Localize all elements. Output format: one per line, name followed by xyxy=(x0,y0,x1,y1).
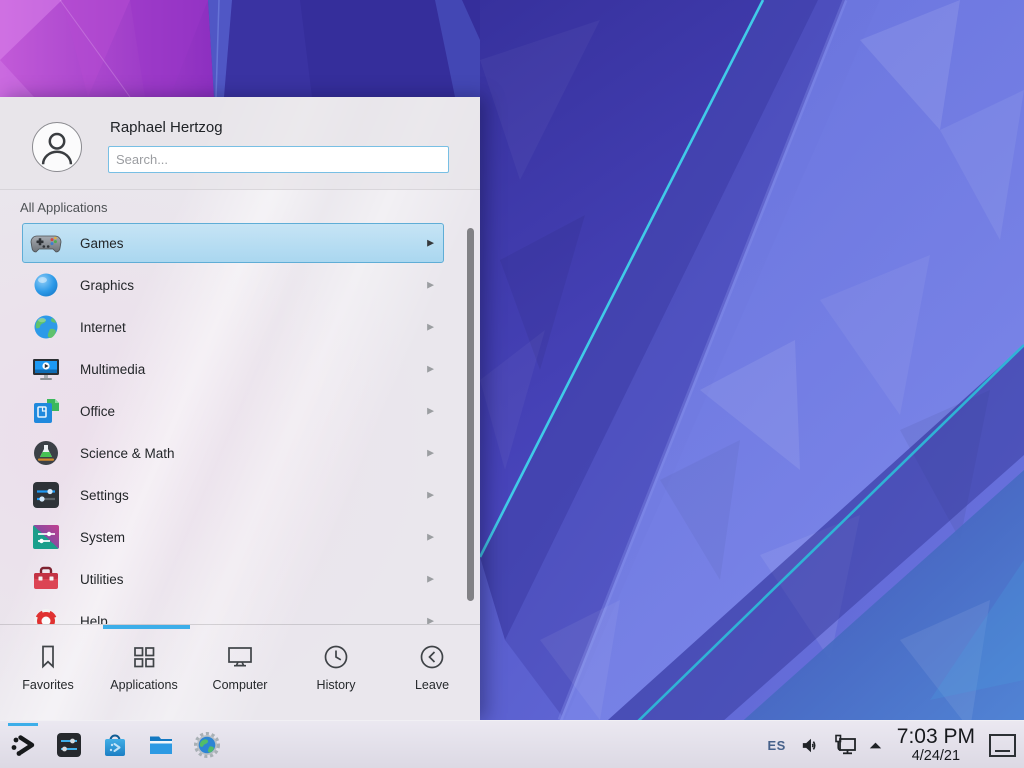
menu-item-graphics[interactable]: Graphics ▶ xyxy=(22,265,444,305)
launcher-active-indicator xyxy=(8,723,38,726)
wired-network-icon[interactable] xyxy=(833,732,859,758)
section-label: All Applications xyxy=(20,200,107,215)
menu-item-label: Games xyxy=(80,236,124,251)
launcher-header: Raphael Hertzog xyxy=(0,97,480,190)
digital-clock[interactable]: 7:03 PM 4/24/21 xyxy=(897,726,975,764)
menu-item-label: Internet xyxy=(80,320,126,335)
tab-history[interactable]: History xyxy=(288,625,384,720)
gamepad-icon xyxy=(30,227,62,259)
submenu-arrow-icon: ▶ xyxy=(427,489,434,500)
menu-item-internet[interactable]: Internet ▶ xyxy=(22,307,444,347)
keyboard-layout-indicator[interactable]: ES xyxy=(767,738,785,753)
tab-favorites[interactable]: Favorites xyxy=(0,625,96,720)
menu-item-utilities[interactable]: Utilities ▶ xyxy=(22,559,444,599)
blue-sphere-icon xyxy=(30,269,62,301)
toolbox-icon xyxy=(30,563,62,595)
application-launcher-menu: Raphael Hertzog All Applications xyxy=(0,97,480,720)
monitor-play-icon xyxy=(30,353,62,385)
menu-item-multimedia[interactable]: Multimedia ▶ xyxy=(22,349,444,389)
menu-item-label: Help xyxy=(80,614,108,625)
sliders-dark-icon xyxy=(30,479,62,511)
menu-item-label: Settings xyxy=(80,488,129,503)
tab-label: Applications xyxy=(110,678,177,692)
menu-item-label: Multimedia xyxy=(80,362,145,377)
menu-item-office[interactable]: Office ▶ xyxy=(22,391,444,431)
file-manager-button[interactable] xyxy=(146,721,176,768)
web-browser-button[interactable] xyxy=(192,721,222,768)
system-settings-icon xyxy=(55,731,83,759)
submenu-arrow-icon: ▶ xyxy=(427,405,434,416)
tab-leave[interactable]: Leave xyxy=(384,625,480,720)
submenu-arrow-icon: ▶ xyxy=(427,531,434,542)
flask-icon xyxy=(30,437,62,469)
desktop: Raphael Hertzog All Applications xyxy=(0,0,1024,768)
tab-applications[interactable]: Applications xyxy=(96,625,192,720)
document-icon xyxy=(30,395,62,427)
taskbar: ES xyxy=(0,720,1024,768)
menu-item-games[interactable]: Games ▶ xyxy=(22,223,444,263)
clock-icon xyxy=(320,641,352,673)
leave-circle-icon xyxy=(416,641,448,673)
globe-icon xyxy=(30,311,62,343)
volume-icon[interactable] xyxy=(799,734,822,757)
menu-item-science-math[interactable]: Science & Math ▶ xyxy=(22,433,444,473)
computer-icon xyxy=(224,641,256,673)
menu-item-label: Office xyxy=(80,404,115,419)
menu-item-label: Graphics xyxy=(80,278,134,293)
kde-launcher-icon xyxy=(9,731,37,759)
submenu-arrow-icon: ▶ xyxy=(427,237,434,248)
user-avatar-icon xyxy=(33,123,81,171)
user-name: Raphael Hertzog xyxy=(110,119,223,136)
folder-icon xyxy=(147,731,175,759)
submenu-arrow-icon: ▶ xyxy=(427,363,434,374)
user-avatar[interactable] xyxy=(32,122,82,172)
submenu-arrow-icon: ▶ xyxy=(427,615,434,624)
show-desktop-button[interactable] xyxy=(989,734,1016,757)
system-tray: ES xyxy=(767,721,1018,768)
submenu-arrow-icon: ▶ xyxy=(427,321,434,332)
tab-label: Favorites xyxy=(22,678,73,692)
tab-bar: Favorites Applications xyxy=(0,624,480,720)
submenu-arrow-icon: ▶ xyxy=(427,279,434,290)
menu-item-settings[interactable]: Settings ▶ xyxy=(22,475,444,515)
search-input[interactable] xyxy=(108,146,449,173)
scrollbar[interactable] xyxy=(467,228,474,601)
taskbar-launchers xyxy=(8,721,222,768)
submenu-arrow-icon: ▶ xyxy=(427,447,434,458)
system-settings-button[interactable] xyxy=(54,721,84,768)
life-preserver-icon xyxy=(30,605,62,624)
discover-icon xyxy=(101,731,129,759)
tab-computer[interactable]: Computer xyxy=(192,625,288,720)
clock-time: 7:03 PM xyxy=(897,726,975,747)
discover-button[interactable] xyxy=(100,721,130,768)
submenu-arrow-icon: ▶ xyxy=(427,573,434,584)
menu-item-label: Utilities xyxy=(80,572,124,587)
tab-label: Computer xyxy=(213,678,268,692)
globe-gear-icon xyxy=(193,731,221,759)
menu-item-label: Science & Math xyxy=(80,446,175,461)
expand-tray-arrow-icon[interactable] xyxy=(866,736,885,755)
menu-item-help[interactable]: Help ▶ xyxy=(22,601,444,624)
active-tab-indicator xyxy=(103,625,190,629)
kickoff-launcher-button[interactable] xyxy=(8,721,38,768)
sliders-color-icon xyxy=(30,521,62,553)
clock-date: 4/24/21 xyxy=(897,749,975,764)
bookmark-icon xyxy=(32,641,64,673)
menu-item-system[interactable]: System ▶ xyxy=(22,517,444,557)
menu-item-label: System xyxy=(80,530,125,545)
app-grid-icon xyxy=(128,641,160,673)
tab-label: Leave xyxy=(415,678,449,692)
tab-label: History xyxy=(317,678,356,692)
category-list: Games ▶ Graphics ▶ xyxy=(0,223,480,624)
